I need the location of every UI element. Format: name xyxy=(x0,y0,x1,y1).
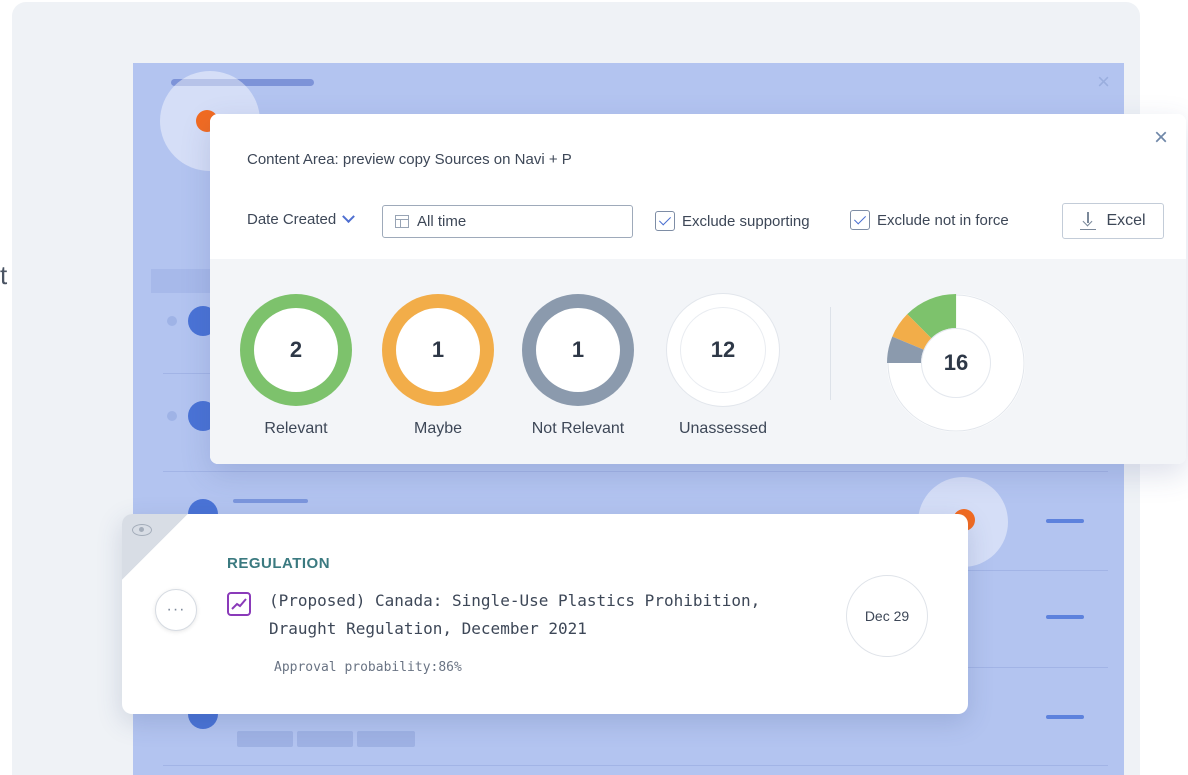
date-created-dropdown[interactable]: Date Created xyxy=(247,210,356,228)
download-icon xyxy=(1080,212,1097,230)
date-range-value: All time xyxy=(417,213,467,230)
exclude-not-in-force-checkbox[interactable]: Exclude not in force xyxy=(850,210,1009,230)
unassessed-ring: 12 xyxy=(667,294,779,406)
maybe-count: 1 xyxy=(396,308,480,392)
eye-icon xyxy=(132,524,152,536)
clipped-text: t xyxy=(0,260,8,290)
relevant-count: 2 xyxy=(254,308,338,392)
stats-divider xyxy=(830,307,831,400)
background-text-bar xyxy=(233,499,308,503)
maybe-ring: 1 xyxy=(382,294,494,406)
not-relevant-label: Not Relevant xyxy=(531,420,625,437)
background-chip xyxy=(237,731,293,747)
unassessed-stat[interactable]: 12 xyxy=(667,294,779,406)
approval-probability: Approval probability:86% xyxy=(274,660,462,675)
panel-header xyxy=(210,114,1186,259)
relevant-stat[interactable]: 2 xyxy=(240,294,352,406)
maybe-stat[interactable]: 1 xyxy=(382,294,494,406)
excel-export-button[interactable]: Excel xyxy=(1062,203,1164,239)
checkbox-checked-icon xyxy=(655,211,675,231)
background-dash xyxy=(1046,615,1084,619)
panel-title: Content Area: preview copy Sources on Na… xyxy=(247,151,572,168)
exclude-supporting-label: Exclude supporting xyxy=(682,212,810,230)
trend-up-icon xyxy=(227,592,251,616)
total-donut: 16 xyxy=(885,292,1027,434)
chevron-down-icon xyxy=(342,210,356,224)
checkbox-checked-icon xyxy=(850,210,870,230)
unassessed-label: Unassessed xyxy=(678,420,768,437)
regulation-date: Dec 29 xyxy=(846,575,928,657)
date-created-label: Date Created xyxy=(247,211,337,228)
more-options-button[interactable]: ··· xyxy=(155,589,197,631)
calendar-icon xyxy=(395,215,409,228)
total-count: 16 xyxy=(922,329,990,397)
not-relevant-ring: 1 xyxy=(522,294,634,406)
exclude-supporting-checkbox[interactable]: Exclude supporting xyxy=(655,211,810,231)
background-row-dot xyxy=(167,411,177,421)
background-chip xyxy=(297,731,353,747)
regulation-card[interactable]: REGULATION ··· (Proposed) Canada: Single… xyxy=(122,514,968,714)
maybe-label: Maybe xyxy=(413,420,463,437)
stats-panel: Content Area: preview copy Sources on Na… xyxy=(210,114,1186,464)
corner-fold xyxy=(122,514,188,580)
relevant-ring: 2 xyxy=(240,294,352,406)
background-chip xyxy=(357,731,415,747)
regulation-type-label: REGULATION xyxy=(227,555,331,572)
unassessed-count: 12 xyxy=(681,308,765,392)
close-icon[interactable]: × xyxy=(1154,126,1168,150)
not-relevant-stat[interactable]: 1 xyxy=(522,294,634,406)
background-dash xyxy=(1046,519,1084,523)
background-row-divider xyxy=(163,765,1108,766)
background-close-icon: × xyxy=(1097,69,1110,94)
background-dash xyxy=(1046,715,1084,719)
background-row-divider xyxy=(163,471,1108,472)
not-relevant-count: 1 xyxy=(536,308,620,392)
date-range-input[interactable]: All time xyxy=(382,205,633,238)
background-row-dot xyxy=(167,316,177,326)
excel-label: Excel xyxy=(1106,212,1146,229)
screenshot-stage: t × Content Area: preview copy Sources o… xyxy=(0,0,1188,775)
exclude-not-in-force-label: Exclude not in force xyxy=(877,211,1009,229)
regulation-title[interactable]: (Proposed) Canada: Single-Use Plastics P… xyxy=(269,587,809,643)
relevant-label: Relevant xyxy=(264,420,328,437)
